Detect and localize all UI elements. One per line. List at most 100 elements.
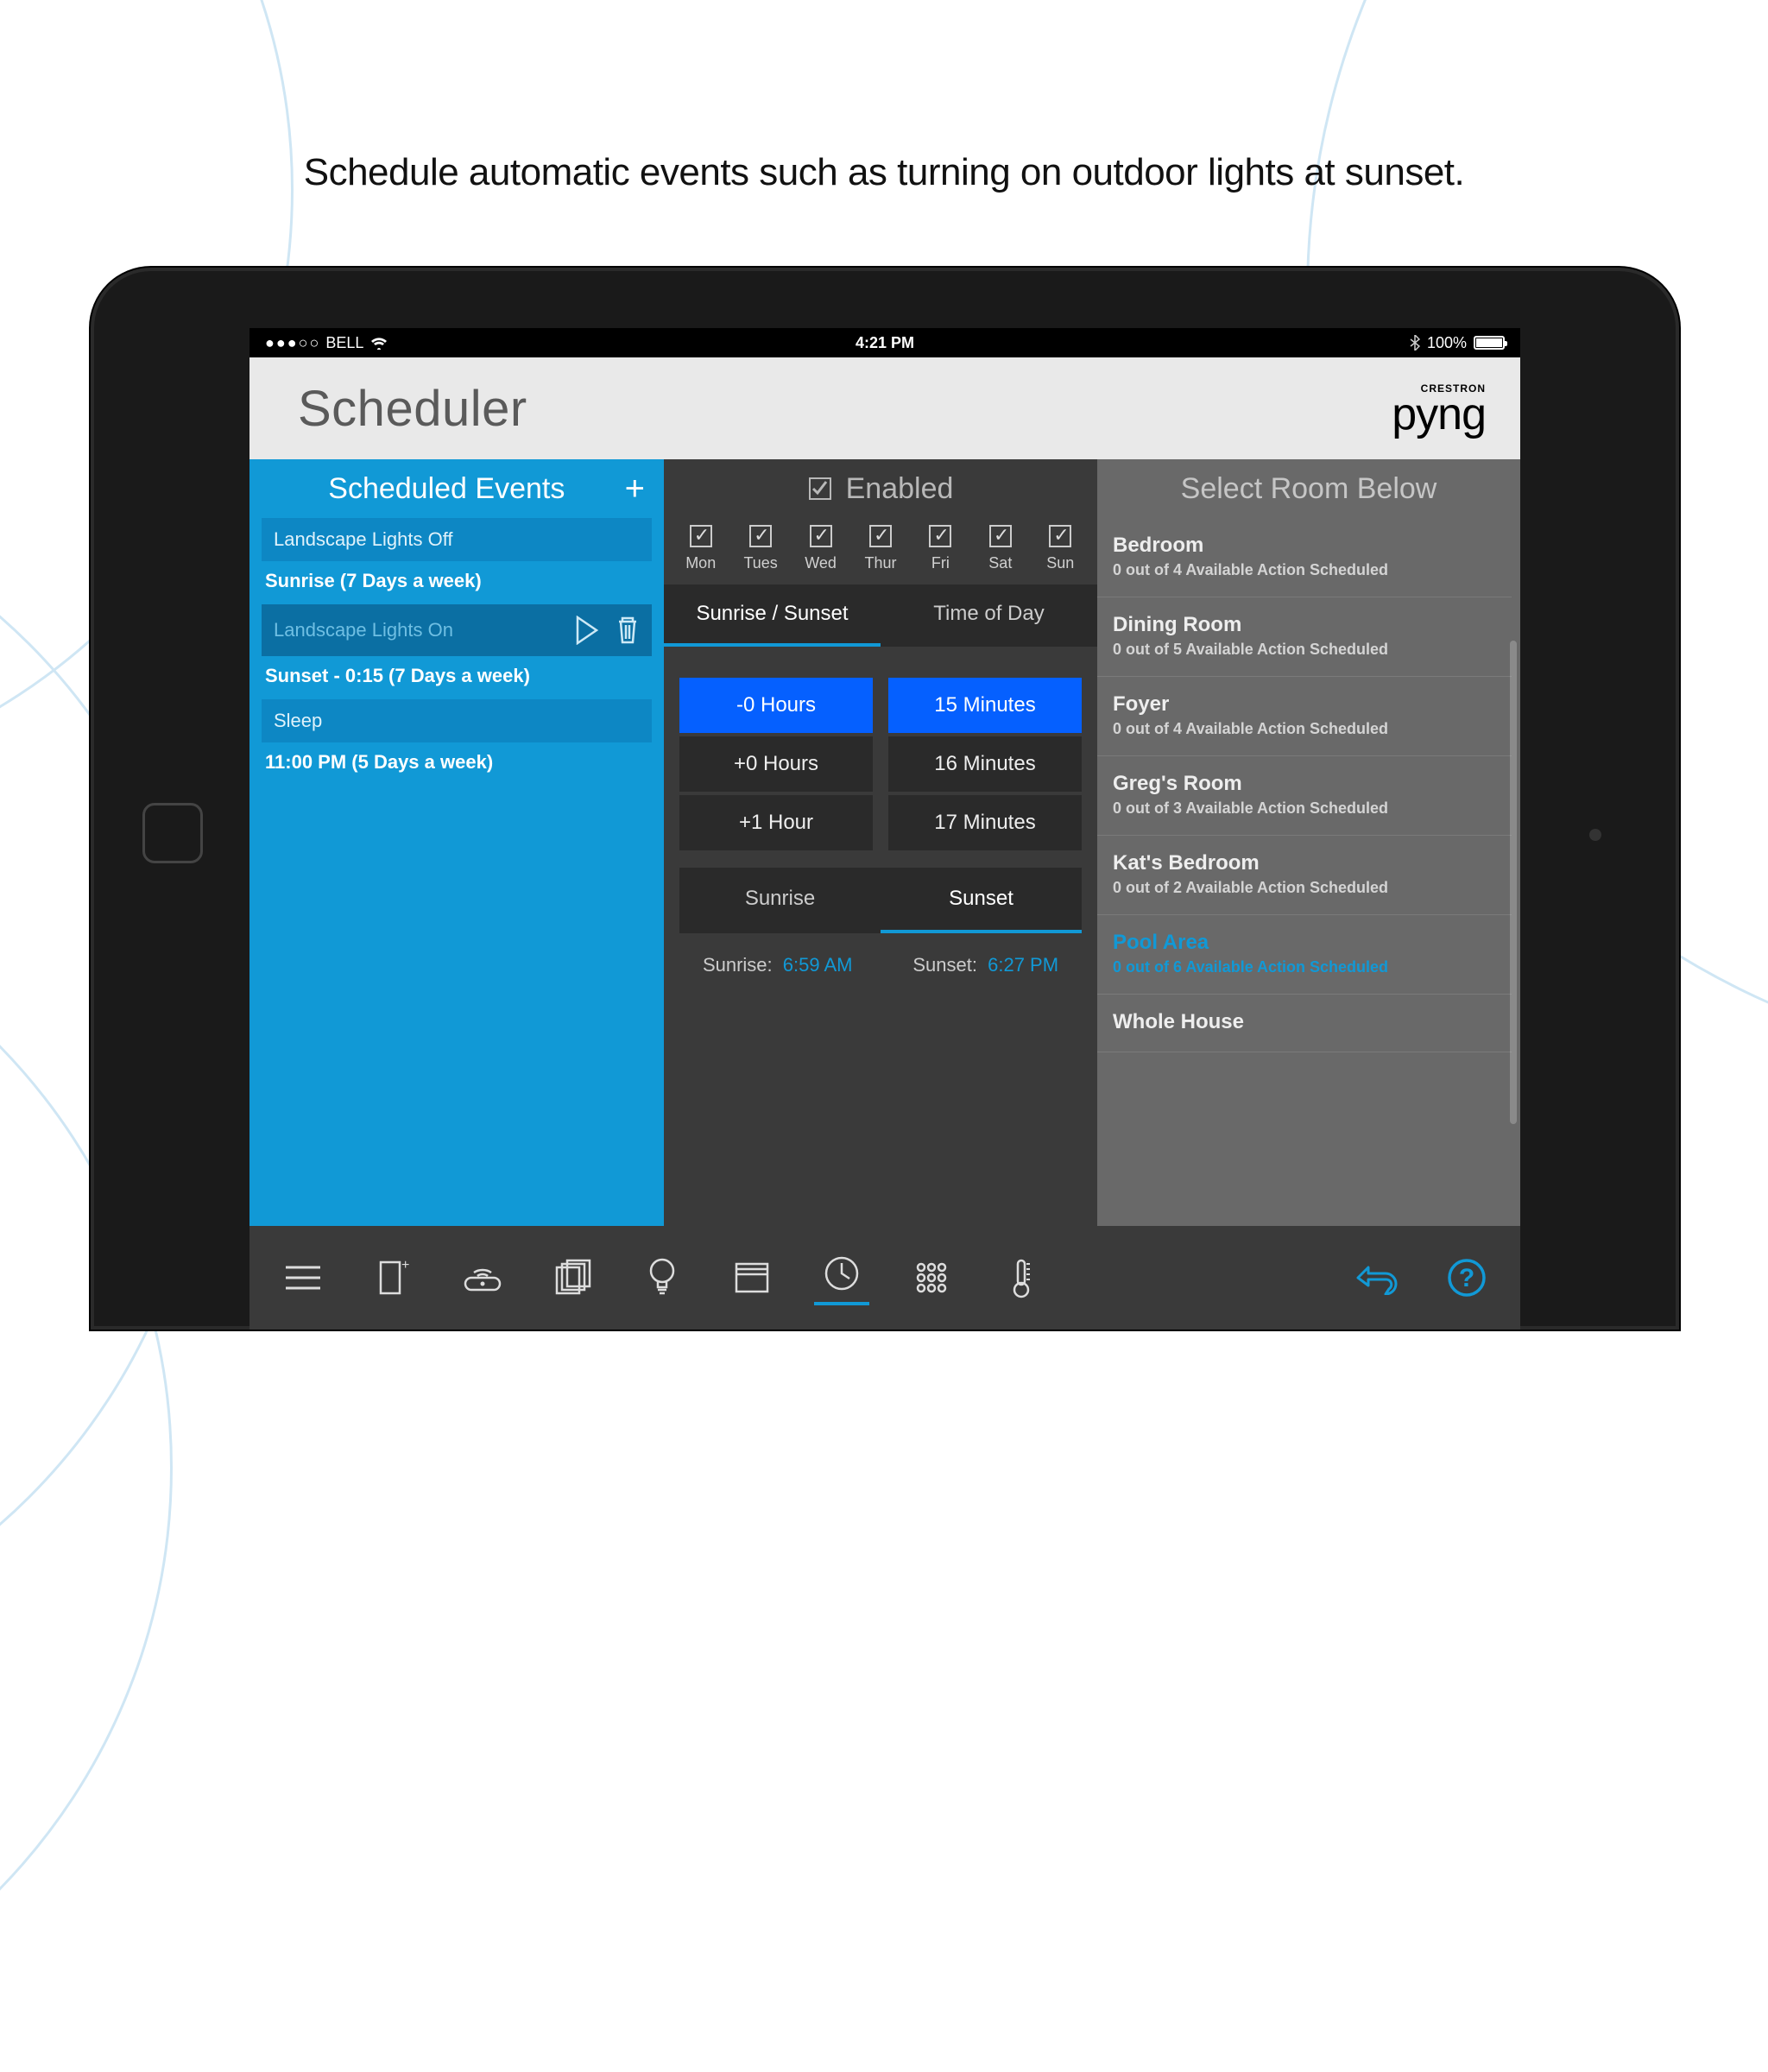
room-name: Foyer [1113,692,1496,717]
event-name-label: Landscape Lights On [274,619,453,641]
day-checkbox[interactable]: ✓Thur [855,525,906,572]
ipad-home-button[interactable] [142,803,203,863]
ipad-screen: ●●●○○ BELL 4:21 PM 100% Scheduler CRESTR… [249,328,1520,1330]
checkbox-icon: ✓ [690,525,712,547]
day-checkbox[interactable]: ✓ Fri [914,525,966,572]
hours-option[interactable]: -0 Hours [679,678,873,733]
room-item[interactable]: Whole House [1097,995,1512,1052]
minutes-picker[interactable]: 15 Minutes 16 Minutes 17 Minutes [888,678,1082,854]
minutes-option[interactable]: 16 Minutes [888,736,1082,792]
room-item[interactable]: Pool Area0 out of 6 Available Action Sch… [1097,915,1512,995]
room-meta: 0 out of 2 Available Action Scheduled [1113,879,1496,897]
day-checkbox[interactable]: ✓ Wed [795,525,847,572]
battery-icon [1474,336,1505,350]
play-icon[interactable] [574,616,600,645]
day-checkbox[interactable]: ✓Sat [975,525,1026,572]
room-name: Bedroom [1113,534,1496,558]
trash-icon[interactable] [616,615,640,646]
enabled-label: Enabled [846,472,954,506]
room-meta: 0 out of 3 Available Action Scheduled [1113,799,1496,818]
help-icon[interactable]: ? [1439,1250,1494,1305]
event-settings-panel: Enabled ✓ Mon ✓Tues ✓ Wed ✓Thur ✓ Fri ✓Sat ✓ Sun S… [664,459,1097,1226]
shades-icon[interactable] [724,1250,780,1305]
event-name-button[interactable]: Landscape Lights Off [262,518,652,561]
day-checkbox[interactable]: ✓ Mon [675,525,727,572]
event-item[interactable]: Landscape Lights OffSunrise (7 Days a we… [249,518,664,604]
day-label: Sat [975,554,1026,572]
windows-icon[interactable] [545,1250,600,1305]
day-label: Mon [675,554,727,572]
hours-option[interactable]: +0 Hours [679,736,873,792]
menu-icon[interactable] [275,1250,331,1305]
bluetooth-icon [1410,335,1420,351]
day-label: Thur [855,554,906,572]
carrier-label: BELL [325,334,363,352]
minutes-option[interactable]: 15 Minutes [888,678,1082,733]
status-time: 4:21 PM [856,334,914,352]
event-name-button[interactable]: Sleep [262,699,652,742]
sun-times-display: Sunrise: 6:59 AM Sunset: 6:27 PM [664,933,1097,997]
event-schedule-label: 11:00 PM (5 Days a week) [262,742,652,774]
offset-pickers: -0 Hours +0 Hours +1 Hour 15 Minutes 16 … [664,647,1097,854]
day-label: Wed [795,554,847,572]
lightbulb-icon[interactable] [635,1250,690,1305]
day-checkbox[interactable]: ✓Tues [735,525,786,572]
bottom-toolbar: + [249,1226,1520,1330]
svg-text:+: + [401,1259,409,1273]
event-name-label: Landscape Lights Off [274,528,453,551]
checkbox-icon: ✓ [929,525,951,547]
day-label: Sun [1034,554,1086,572]
ipad-camera [1589,829,1601,841]
room-item[interactable]: Bedroom0 out of 4 Available Action Sched… [1097,518,1512,597]
tab-sunset[interactable]: Sunset [881,868,1082,933]
room-name: Kat's Bedroom [1113,851,1496,875]
logo-name: pyng [1392,395,1486,435]
battery-percent: 100% [1427,334,1467,352]
day-checkbox[interactable]: ✓ Sun [1034,525,1086,572]
tab-sunrise[interactable]: Sunrise [679,868,881,933]
room-item[interactable]: Greg's Room0 out of 3 Available Action S… [1097,756,1512,836]
app-body: Scheduled Events + Landscape Lights OffS… [249,459,1520,1226]
rooms-scrollbar[interactable] [1510,641,1517,1124]
checkbox-icon [808,477,832,501]
logo: CRESTRON pyng [1392,382,1486,435]
ipad-frame: ●●●○○ BELL 4:21 PM 100% Scheduler CRESTR… [91,268,1679,1330]
events-list: Landscape Lights OffSunrise (7 Days a we… [249,518,664,786]
event-name-button[interactable]: Landscape Lights On [262,604,652,656]
tab-time-of-day[interactable]: Time of Day [881,584,1097,647]
enabled-toggle[interactable]: Enabled [664,459,1097,518]
scheduled-events-panel: Scheduled Events + Landscape Lights OffS… [249,459,664,1226]
checkbox-icon: ✓ [810,525,832,547]
scenes-icon[interactable] [904,1250,959,1305]
thermostat-icon[interactable] [994,1250,1049,1305]
hours-picker[interactable]: -0 Hours +0 Hours +1 Hour [679,678,873,854]
event-item[interactable]: Sleep11:00 PM (5 Days a week) [249,699,664,786]
checkbox-icon: ✓ [1049,525,1071,547]
wireless-icon[interactable] [455,1250,510,1305]
room-name: Whole House [1113,1010,1496,1034]
room-meta: 0 out of 6 Available Action Scheduled [1113,958,1496,976]
svg-text:?: ? [1459,1264,1474,1292]
marketing-caption: Schedule automatic events such as turnin… [0,151,1768,194]
tab-sunrise-sunset[interactable]: Sunrise / Sunset [664,584,881,647]
sunset-label: Sunset: [912,954,977,976]
room-meta: 0 out of 4 Available Action Scheduled [1113,720,1496,738]
ios-status-bar: ●●●○○ BELL 4:21 PM 100% [249,328,1520,357]
rooms-list[interactable]: Bedroom 0 out of 4 Available Action Sched… [1097,518,1520,1226]
door-icon[interactable]: + [365,1250,420,1305]
back-icon[interactable] [1349,1250,1405,1305]
minutes-option[interactable]: 17 Minutes [888,795,1082,850]
events-header-title: Scheduled Events [268,472,625,506]
sunrise-time: 6:59 AM [783,954,853,976]
hours-option[interactable]: +1 Hour [679,795,873,850]
event-item[interactable]: Landscape Lights OnSunset - 0:15 (7 Days… [249,604,664,699]
clock-icon[interactable] [814,1250,869,1305]
day-label: Fri [914,554,966,572]
room-item[interactable]: Kat's Bedroom 0 out of 2 Available Action… [1097,836,1512,915]
sunset-time: 6:27 PM [988,954,1058,976]
days-of-week-row: ✓ Mon ✓Tues ✓ Wed ✓Thur ✓ Fri ✓Sat ✓ Sun [664,518,1097,584]
room-item[interactable]: Foyer 0 out of 4 Available Action Schedul… [1097,677,1512,756]
room-item[interactable]: Dining Room0 out of 5 Available Action S… [1097,597,1512,677]
add-event-button[interactable]: + [625,470,645,509]
events-header: Scheduled Events + [249,459,664,518]
